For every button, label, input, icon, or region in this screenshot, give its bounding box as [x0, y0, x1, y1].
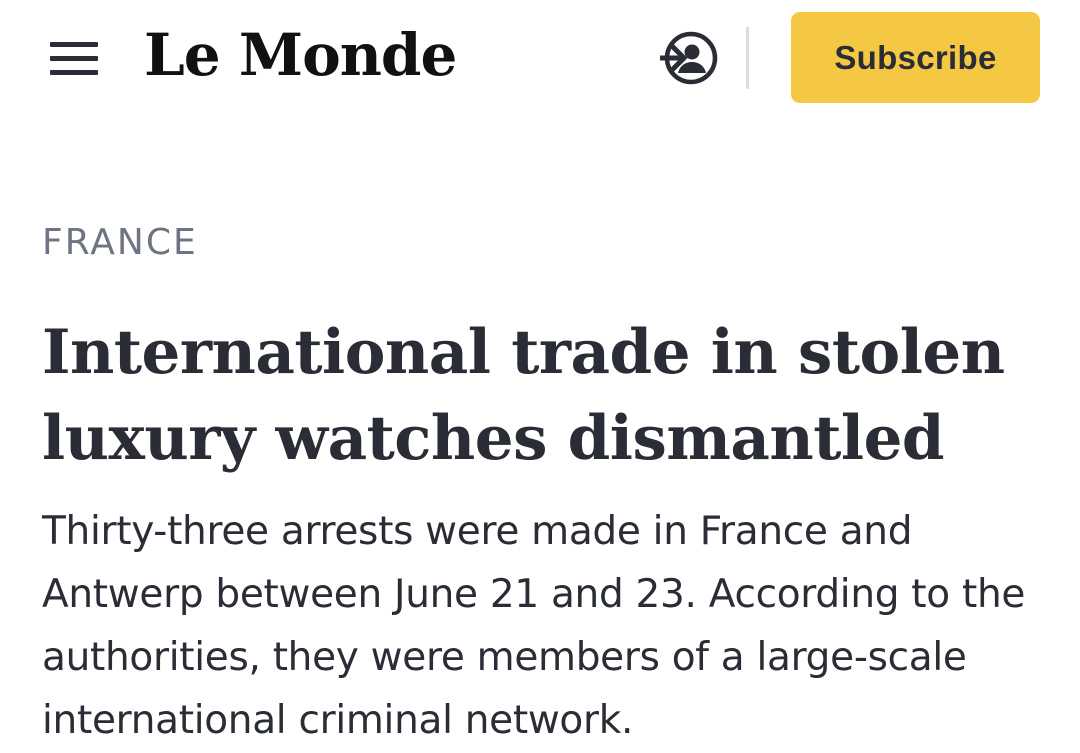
site-header: Le Monde Subscribe: [0, 0, 1080, 115]
article-headline: International trade in stolen luxury wat…: [42, 317, 1005, 474]
menu-bar: [50, 42, 98, 47]
hamburger-menu-icon[interactable]: [44, 34, 104, 82]
header-divider: [746, 27, 749, 89]
le-monde-logo[interactable]: Le Monde: [144, 20, 457, 90]
login-user-icon[interactable]: [658, 28, 720, 88]
login-user-svg: [660, 31, 718, 85]
subscribe-button[interactable]: Subscribe: [791, 12, 1040, 103]
menu-bar: [50, 70, 98, 75]
article-standfirst: Thirty-three arrests were made in France…: [42, 509, 1026, 743]
menu-bar: [50, 56, 98, 61]
section-label-france[interactable]: FRANCE: [42, 222, 198, 263]
